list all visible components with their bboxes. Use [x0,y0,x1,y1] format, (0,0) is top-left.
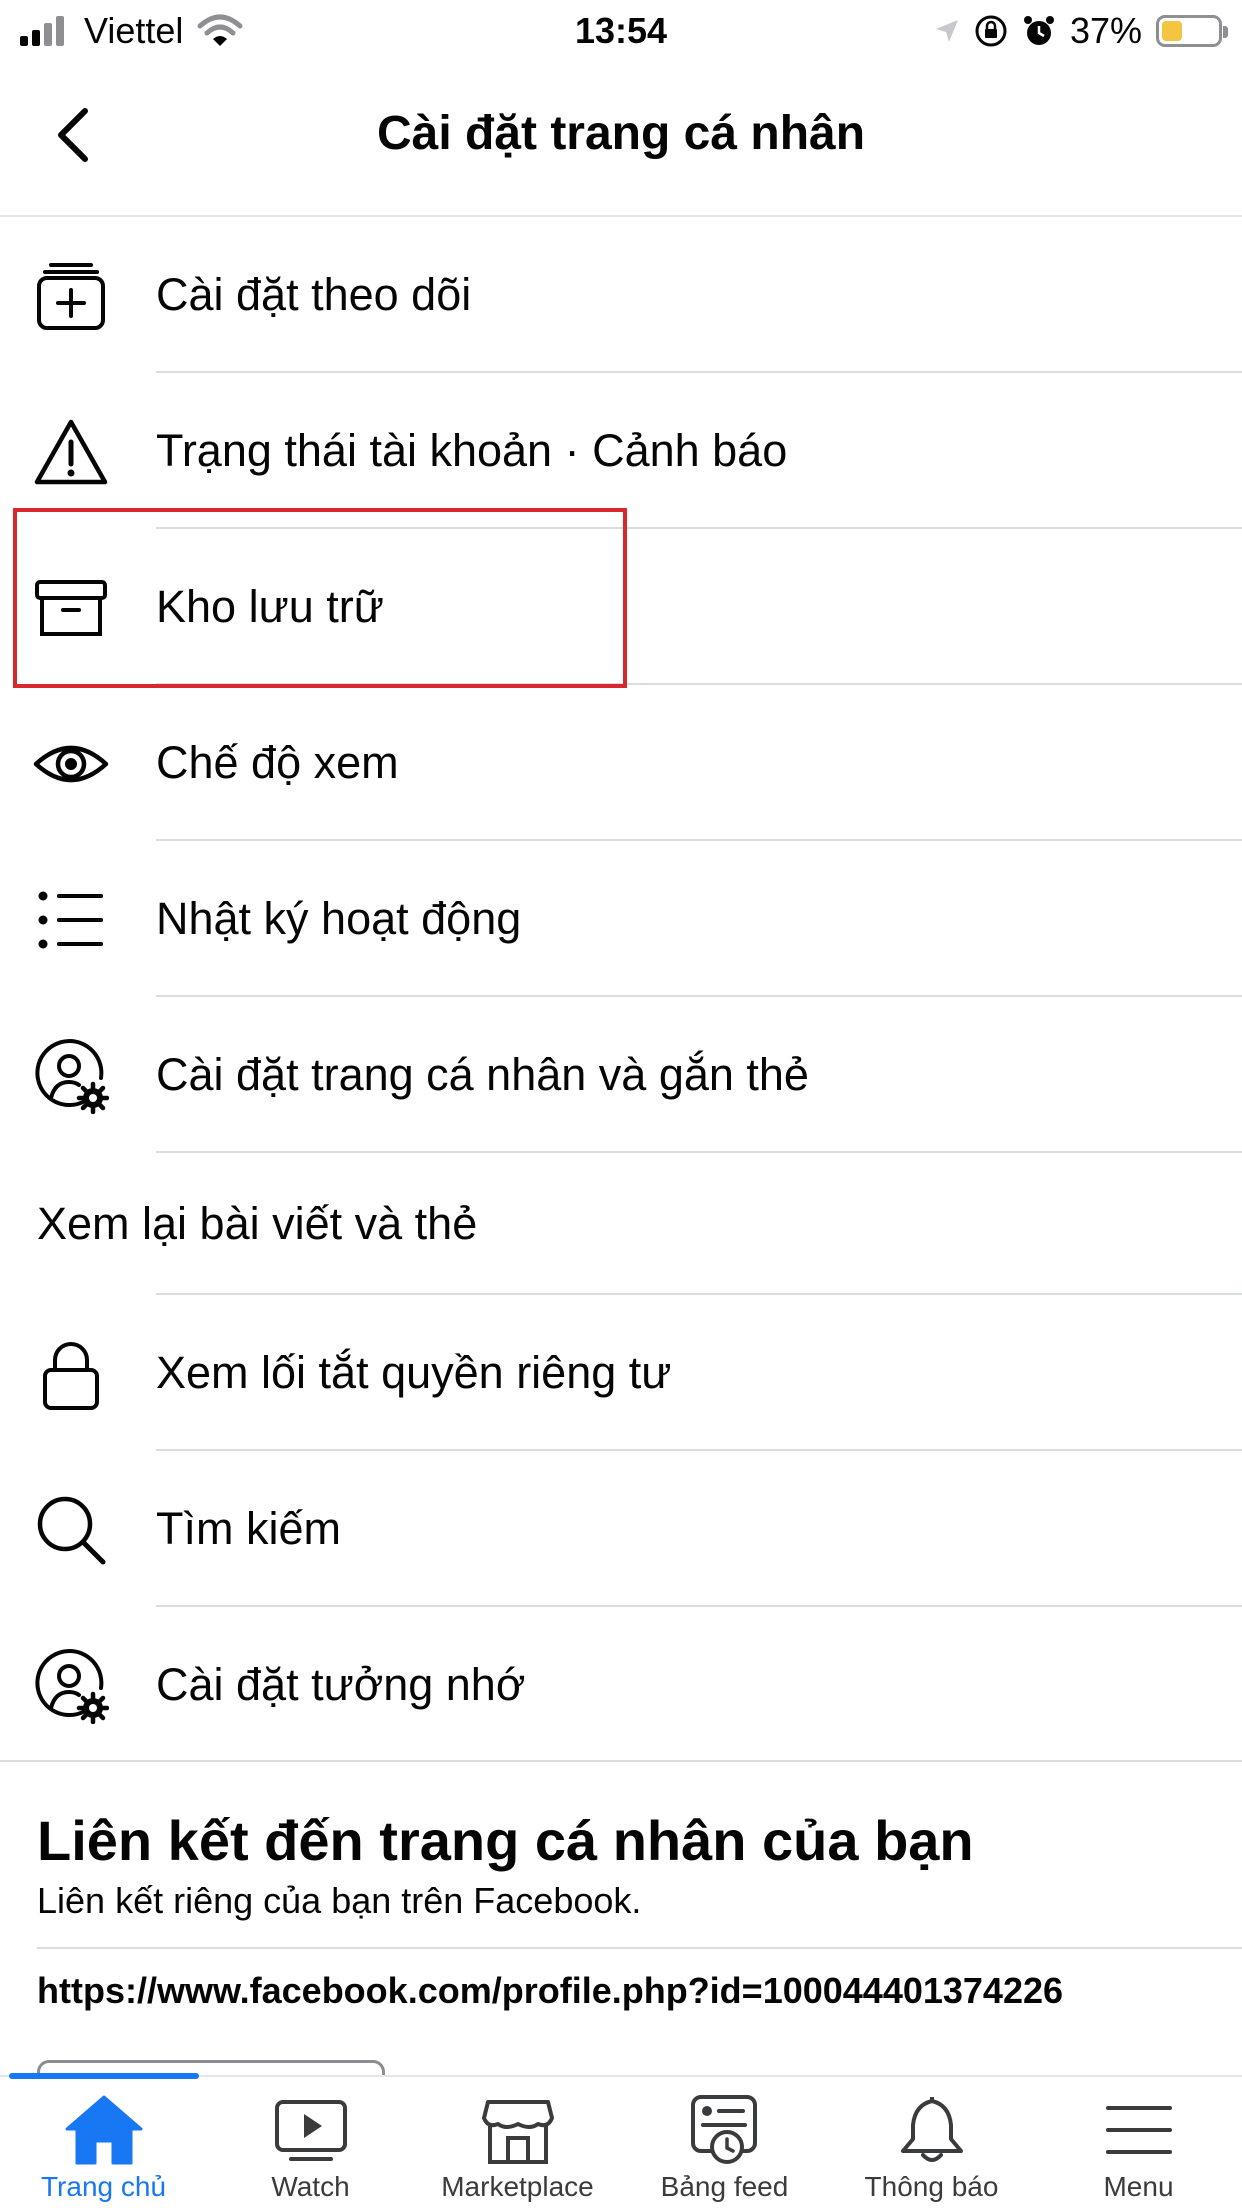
warning-icon [30,411,112,493]
tab-label: Bảng feed [660,2171,789,2202]
battery-icon [1156,15,1228,47]
settings-item-search[interactable]: Tìm kiếm [0,1451,1242,1607]
settings-item-follow[interactable]: Cài đặt theo dõi [0,217,1242,373]
profile-link-title: Liên kết đến trang cá nhân của bạn [37,1809,974,1872]
settings-item-review-posts[interactable]: Xem lại bài viết và thẻ [0,1153,1242,1295]
settings-item-account-status[interactable]: Trạng thái tài khoản · Cảnh báo [0,373,1242,529]
tab-marketplace[interactable]: Marketplace [414,2077,621,2208]
settings-item-privacy-shortcuts[interactable]: Xem lối tắt quyền riêng tư [0,1295,1242,1451]
profile-gear-icon [30,1645,112,1727]
settings-item-view-as[interactable]: Chế độ xem [0,685,1242,841]
alarm-icon [1023,16,1054,45]
profile-link-description: Liên kết riêng của bạn trên Facebook. [37,1880,642,1921]
section-divider [0,1760,1242,1762]
home-icon [63,2091,145,2169]
page-title: Cài đặt trang cá nhân [376,107,866,160]
header: Cài đặt trang cá nhân [0,62,1242,217]
settings-item-label: Xem lối tắt quyền riêng tư [156,1347,672,1398]
settings-item-activity-log[interactable]: Nhật ký hoạt động [0,841,1242,997]
status-right: 37% [934,10,1228,52]
feed-icon [684,2091,766,2169]
tab-feed[interactable]: Bảng feed [621,2077,828,2208]
tab-label: Menu [1103,2171,1174,2202]
list-icon [30,879,112,961]
battery-fill [1162,21,1182,41]
settings-item-label: Nhật ký hoạt động [156,893,522,944]
tab-home[interactable]: Trang chủ [0,2077,207,2208]
lock-icon [30,1333,112,1415]
divider [37,1947,1242,1949]
search-icon [30,1489,112,1571]
settings-item-label: Tìm kiếm [156,1503,341,1554]
settings-item-label: Xem lại bài viết và thẻ [37,1198,478,1249]
settings-list: Cài đặt theo dõi Trạng thái tài khoản · … [0,217,1242,1763]
status-bar: Viettel 13:54 37% [0,0,1242,62]
profile-gear-icon [30,1035,112,1117]
follow-settings-icon [30,255,112,337]
rotation-lock-icon [975,15,1007,47]
tab-label: Marketplace [441,2171,594,2202]
tab-watch[interactable]: Watch [207,2077,414,2208]
marketplace-icon [477,2091,559,2169]
tab-bar: Trang chủ Watch Marketplace Bảng feed Th… [0,2075,1242,2208]
tab-menu[interactable]: Menu [1035,2077,1242,2208]
profile-link-url[interactable]: https://www.facebook.com/profile.php?id=… [37,1970,1063,2012]
settings-item-label: Trạng thái tài khoản · Cảnh báo [156,425,788,476]
location-icon [935,20,958,42]
settings-item-label: Cài đặt tưởng nhớ [156,1659,526,1710]
battery-percent: 37% [1069,10,1142,51]
settings-item-memorial[interactable]: Cài đặt tưởng nhớ [0,1607,1242,1763]
settings-item-label: Chế độ xem [156,737,399,788]
settings-item-profile-tagging[interactable]: Cài đặt trang cá nhân và gắn thẻ [0,997,1242,1153]
settings-item-label: Cài đặt theo dõi [156,269,472,320]
tab-label: Thông báo [864,2171,999,2202]
menu-icon [1098,2091,1180,2169]
settings-item-label: Cài đặt trang cá nhân và gắn thẻ [156,1049,809,1100]
eye-icon [30,723,112,805]
highlight-box [13,508,627,688]
tab-notifications[interactable]: Thông báo [828,2077,1035,2208]
active-tab-indicator [9,2073,199,2079]
tab-label: Trang chủ [40,2171,167,2202]
watch-icon [270,2091,352,2169]
bell-icon [891,2091,973,2169]
tab-label: Watch [271,2171,350,2202]
